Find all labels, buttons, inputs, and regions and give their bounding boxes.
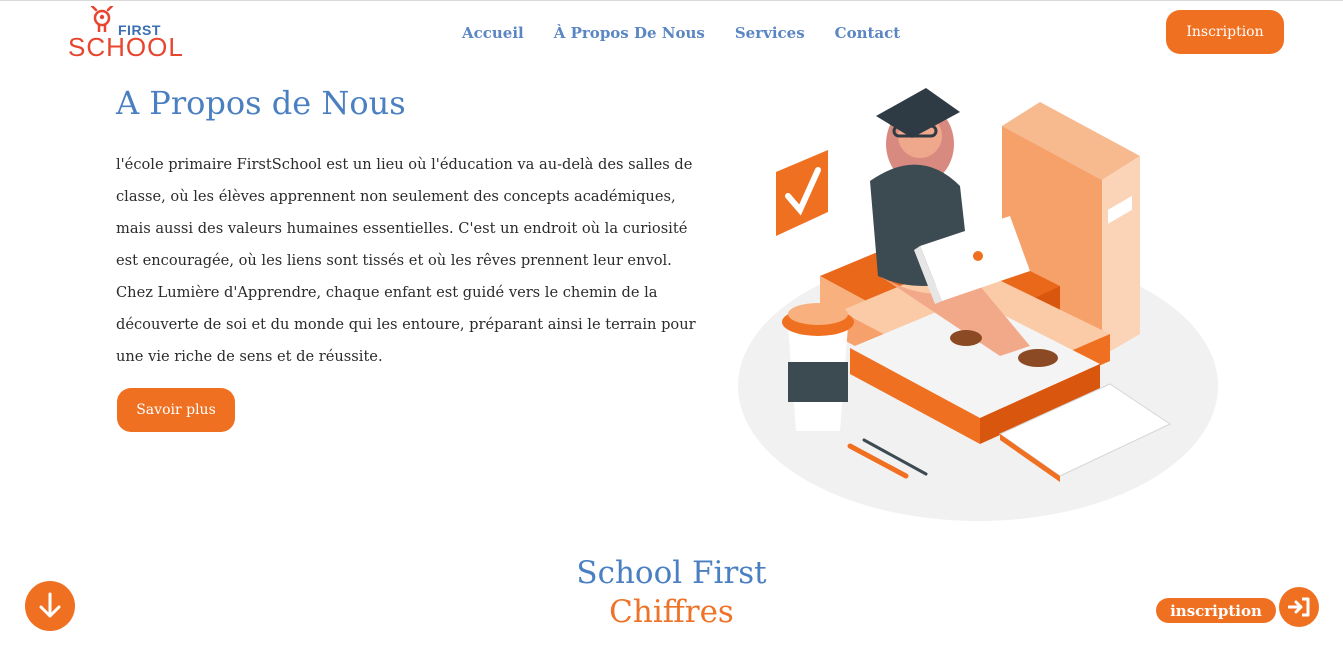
about-text: l'école primaire FirstSchool est un lieu…	[116, 156, 696, 365]
sign-in-icon	[1288, 597, 1310, 617]
stats-subtitle: Chiffres	[609, 594, 734, 630]
learn-more-button[interactable]: Savoir plus	[117, 388, 235, 432]
logo-school-text: SCHOOL	[68, 32, 184, 62]
student-illustration	[738, 88, 1218, 521]
logo[interactable]: FIRST SCHOOL	[66, 6, 183, 62]
nav-services[interactable]: Services	[735, 24, 805, 42]
arrow-down-icon	[39, 592, 61, 618]
floating-signup-button[interactable]: inscription	[1156, 598, 1276, 623]
about-title: A Propos de Nous	[116, 84, 406, 122]
stats-title: School First	[576, 555, 767, 591]
signup-button[interactable]: Inscription	[1166, 10, 1284, 54]
nav-accueil[interactable]: Accueil	[462, 24, 524, 42]
main-nav: Accueil À Propos De Nous Services Contac…	[462, 24, 900, 42]
floating-signup-icon-button[interactable]	[1279, 587, 1319, 627]
top-border	[0, 0, 1343, 1]
scroll-down-button[interactable]	[25, 581, 75, 631]
nav-contact[interactable]: Contact	[835, 24, 901, 42]
nav-a-propos[interactable]: À Propos De Nous	[554, 24, 705, 42]
